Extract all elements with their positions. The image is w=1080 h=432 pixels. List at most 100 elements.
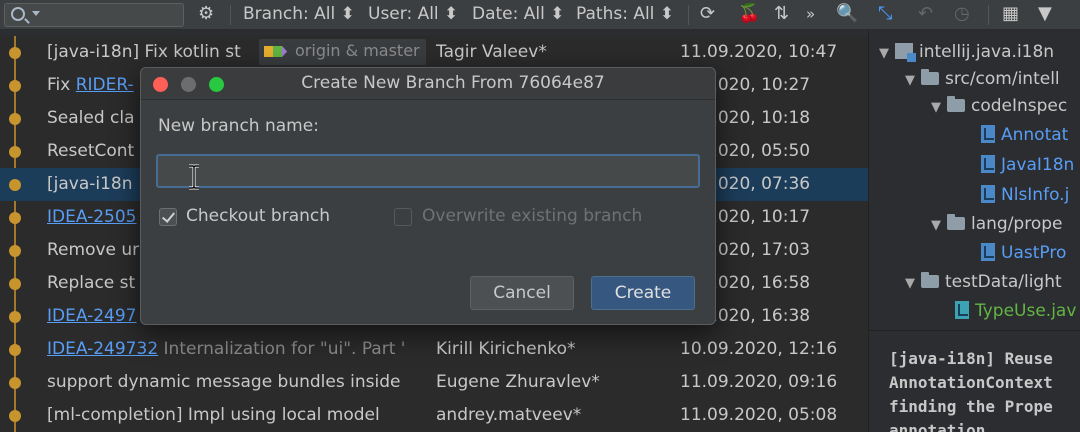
table-row[interactable]: [java-i18n] Fix kotlin st origin & maste… [0, 36, 868, 69]
log-toolbar: ⚙ Branch: All ⬍ User: All ⬍ Date: All ⬍ … [0, 0, 1080, 30]
issue-link[interactable]: IDEA-2497 [47, 306, 137, 326]
commit-dot [9, 113, 21, 125]
find-icon[interactable]: 🔍 [836, 3, 858, 24]
search-history-dropdown-icon[interactable] [32, 11, 40, 16]
commit-dot [9, 377, 21, 389]
java-file-icon [981, 125, 995, 143]
branch-name-label: New branch name: [158, 116, 319, 136]
commit-dot [9, 245, 21, 257]
commit-date: 11.09.2020, 09:16 [680, 372, 838, 392]
commit-message: IDEA-249732 Internalization for "ui". Pa… [47, 339, 406, 359]
tree-node-folder[interactable]: ▼ codeInspec [931, 96, 1067, 116]
commit-author: Kirill Kirichenko* [436, 339, 576, 359]
commit-dot [9, 179, 21, 191]
date-filter[interactable]: Date: All ⬍ [472, 4, 565, 24]
table-row[interactable]: IDEA-249732 Internalization for "ui". Pa… [0, 333, 868, 366]
table-row[interactable]: [ml-completion] Impl using local model a… [0, 399, 868, 432]
module-icon [895, 43, 916, 62]
java-file-icon [981, 243, 995, 261]
issue-link[interactable]: IDEA-2505 [47, 207, 137, 227]
commit-author: andrey.matveev* [436, 405, 582, 425]
commit-dot [9, 278, 21, 290]
search-icon [11, 7, 25, 21]
changed-files-tree: ▼ intellij.java.i18n ▼ src/com/intell ▼ cod… [868, 30, 1080, 330]
commit-dot [9, 47, 21, 59]
table-row[interactable]: support dynamic message bundles inside E… [0, 366, 868, 399]
toolbar-separator [988, 5, 989, 25]
cherry-pick-icon[interactable]: 🍒 [738, 3, 760, 24]
branch-name-input[interactable] [156, 154, 700, 188]
details-line: finding the Prope [889, 397, 1053, 416]
folder-icon [921, 272, 939, 288]
commit-message: [java-i18n] Fix kotlin st [47, 42, 241, 62]
commit-dot [9, 410, 21, 422]
dialog-title: Create New Branch From 76064e87 [301, 73, 605, 93]
paths-filter[interactable]: Paths: All ⬍ [576, 4, 674, 24]
tree-node-file[interactable]: Annotat [981, 125, 1068, 145]
issue-link[interactable]: IDEA-249732 [47, 339, 158, 359]
details-line: annotation [889, 421, 986, 432]
chevron-down-icon[interactable]: ▼ [879, 46, 895, 61]
details-line: [java-i18n] Reuse [889, 349, 1053, 368]
chevron-down-icon[interactable]: ▼ [905, 73, 921, 88]
create-button[interactable]: Create [591, 276, 695, 310]
chevron-down-icon[interactable]: ▼ [905, 276, 921, 291]
commit-dot [9, 146, 21, 158]
commit-date: 11.09.2020, 10:47 [680, 42, 838, 62]
group-by-icon[interactable]: ▦ [1002, 3, 1019, 24]
java-file-icon [955, 301, 969, 319]
create-branch-dialog: Create New Branch From 76064e87 New bran… [140, 67, 716, 325]
tree-node-file[interactable]: UastPro [981, 243, 1066, 263]
settings-gear-icon[interactable]: ⚙ [198, 3, 214, 24]
folder-icon [921, 69, 939, 85]
more-actions-chevron[interactable]: » [806, 5, 815, 23]
tag-icon [264, 46, 287, 57]
sort-arrows-icon[interactable]: ⇅ [774, 3, 789, 24]
cancel-button[interactable]: Cancel [470, 276, 574, 310]
tree-node-folder[interactable]: ▼ testData/light [905, 272, 1062, 292]
commit-dot [9, 311, 21, 323]
commit-dot [9, 80, 21, 92]
tree-node-file[interactable]: NlsInfo.j [981, 185, 1069, 205]
checkout-branch-label[interactable]: Checkout branch [186, 206, 330, 226]
overwrite-branch-label: Overwrite existing branch [422, 206, 643, 226]
ref-label: origin & master [295, 41, 420, 60]
branch-filter[interactable]: Branch: All ⬍ [243, 4, 355, 24]
undo-icon: ↶ [918, 3, 934, 24]
refresh-icon[interactable]: ⟳ [700, 3, 715, 24]
user-filter[interactable]: User: All ⬍ [368, 4, 458, 24]
search-input[interactable] [4, 3, 184, 27]
commit-date: 11.09.2020, 05:08 [680, 405, 838, 425]
commit-author: Eugene Zhuravlev* [436, 372, 600, 392]
commit-message: support dynamic message bundles inside [47, 372, 401, 392]
chevron-down-icon[interactable]: ▼ [931, 218, 947, 233]
java-file-icon [981, 155, 995, 173]
tree-node-module[interactable]: ▼ intellij.java.i18n [879, 42, 1054, 62]
tree-node-folder[interactable]: ▼ src/com/intell [905, 69, 1060, 89]
history-clock-icon: ◷ [954, 3, 970, 24]
folder-icon [947, 214, 965, 230]
collapse-arrows-icon[interactable]: ⤡ [878, 3, 892, 24]
dialog-title-bar: Create New Branch From 76064e87 [141, 68, 715, 100]
java-file-icon [981, 185, 995, 203]
branch-ref-tag: origin & master [259, 39, 426, 65]
overwrite-branch-checkbox [394, 208, 412, 226]
commit-dot [9, 212, 21, 224]
tree-node-folder[interactable]: ▼ lang/prope [931, 214, 1063, 234]
tree-node-file[interactable]: JavaI18n [981, 155, 1074, 175]
details-line: AnnotationContext [889, 373, 1053, 392]
commit-message: [ml-completion] Impl using local model [47, 405, 380, 425]
tree-node-file[interactable]: TypeUse.jav [955, 301, 1076, 321]
issue-link[interactable]: RIDER- [76, 75, 134, 95]
commit-dot [9, 344, 21, 356]
commit-author: Tagir Valeev* [436, 42, 547, 62]
filter-funnel-icon[interactable]: ▼ [1038, 3, 1052, 24]
toolbar-separator [688, 5, 689, 25]
chevron-down-icon[interactable]: ▼ [931, 100, 947, 115]
commit-details-panel: [java-i18n] Reuse AnnotationContext findin… [868, 330, 1080, 432]
commit-date: 10.09.2020, 12:16 [680, 339, 838, 359]
toolbar-separator [230, 5, 231, 25]
checkout-branch-checkbox[interactable] [159, 208, 177, 226]
folder-icon [947, 96, 965, 112]
text-cursor-icon [189, 164, 199, 190]
